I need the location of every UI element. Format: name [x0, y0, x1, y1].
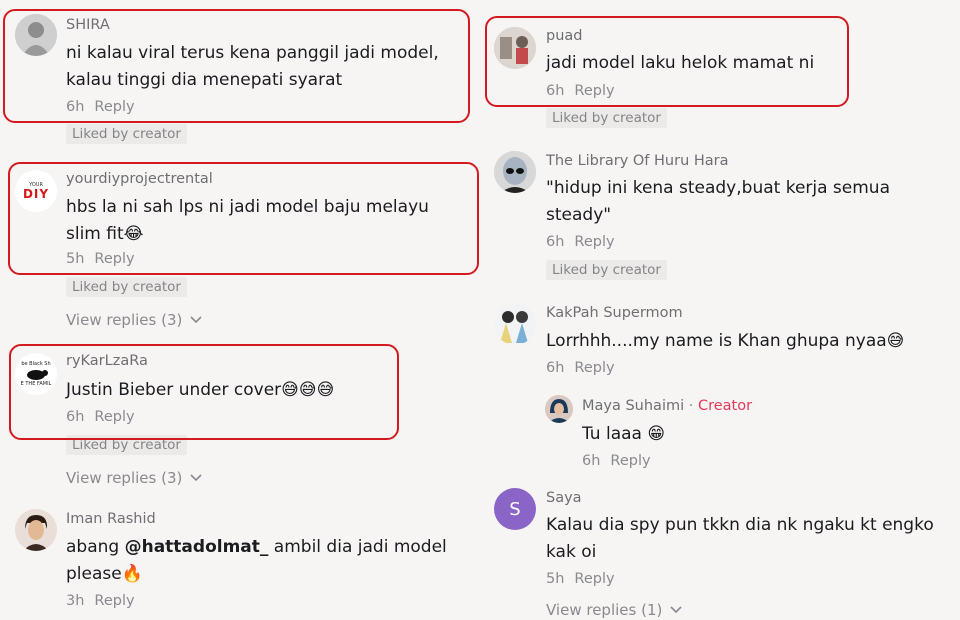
avatar[interactable]: YOUR DIY [15, 170, 57, 212]
comment-body-start: abang [66, 537, 125, 557]
avatar-image [15, 14, 57, 56]
avatar-image [494, 27, 536, 69]
avatar-logo-bottom: E THE FAMIL [20, 381, 52, 387]
avatar-letter: S [509, 498, 521, 520]
comment-text: Kalau dia spy pun tkkn dia nk ngaku kt e… [546, 515, 934, 562]
avatar-logo-main: DIY [22, 187, 50, 201]
liked-by-creator-badge: Liked by creator [546, 260, 667, 280]
mention-link[interactable]: @hattadolmat_ [125, 537, 269, 557]
username[interactable]: yourdiyprojectrental [66, 171, 213, 187]
liked-by-creator-badge: Liked by creator [66, 277, 187, 297]
username[interactable]: ryKarLzaRa [66, 353, 148, 369]
view-replies-button[interactable]: View replies (3) [66, 311, 203, 329]
comment-meta: 6h Reply [546, 360, 615, 376]
avatar[interactable] [494, 151, 536, 193]
comment-meta: 6h Reply [546, 234, 615, 250]
comment-body: Justin Bieber under cover [66, 380, 282, 400]
comment-meta: 6h Reply [66, 99, 135, 115]
reply-button[interactable]: Reply [94, 99, 134, 115]
username-line: Maya Suhaimi · Creator [582, 398, 752, 414]
timestamp: 5h [66, 251, 85, 267]
comment-meta: 6h Reply [66, 409, 135, 425]
separator-dot: · [688, 398, 694, 414]
username[interactable]: KakPah Supermom [546, 305, 683, 321]
avatar-image [15, 509, 57, 551]
comment-text: jadi model laku helok mamat ni [546, 53, 815, 73]
timestamp: 5h [546, 571, 565, 587]
username[interactable]: Maya Suhaimi [582, 398, 684, 414]
comment-text: hbs la ni sah lps ni jadi model baju mel… [66, 194, 466, 248]
sheep-icon [27, 370, 48, 380]
username[interactable]: Saya [546, 490, 582, 506]
comment-text: Tu laaa 😁 [582, 421, 782, 448]
avatar-image [545, 395, 573, 423]
comment-meta: 3h Reply [66, 593, 135, 609]
reply-button[interactable]: Reply [574, 83, 614, 99]
timestamp: 6h [546, 83, 565, 99]
liked-by-creator-badge: Liked by creator [546, 108, 667, 128]
timestamp: 6h [66, 99, 85, 115]
chevron-down-icon [670, 606, 682, 614]
laughing-emoji-icon: 😂 [123, 224, 144, 244]
fire-emoji-icon: 🔥 [121, 564, 143, 584]
view-replies-button[interactable]: View replies (1) [546, 601, 683, 619]
sweat-smile-emoji-icon: 😅 [886, 331, 905, 351]
avatar[interactable] [494, 303, 536, 345]
comment-body: Tu laaa [582, 424, 642, 444]
chevron-down-icon [190, 316, 202, 324]
view-replies-button[interactable]: View replies (3) [66, 469, 203, 487]
liked-by-creator-badge: Liked by creator [66, 124, 187, 144]
avatar[interactable]: be Black Sh E THE FAMIL [15, 353, 57, 395]
username[interactable]: Iman Rashid [66, 511, 156, 527]
comment-meta: 6h Reply [582, 453, 651, 469]
sweat-smile-emoji-icon: 😅😅😅 [281, 380, 335, 400]
comment-text: Justin Bieber under cover😅😅😅 [66, 377, 446, 404]
comment-body: Lorrhhh....my name is Khan ghupa nyaa [546, 331, 887, 351]
view-replies-label: View replies (3) [66, 311, 183, 329]
timestamp: 6h [582, 453, 601, 469]
grin-emoji-icon: 😁 [647, 424, 666, 444]
reply-button[interactable]: Reply [94, 409, 134, 425]
reply-button[interactable]: Reply [94, 251, 134, 267]
comment-text: "hidup ini kena steady,buat kerja semua … [546, 178, 891, 225]
reply-button[interactable]: Reply [574, 234, 614, 250]
username[interactable]: SHIRA [66, 17, 110, 33]
timestamp: 6h [546, 360, 565, 376]
avatar[interactable] [494, 27, 536, 69]
username[interactable]: The Library Of Huru Hara [546, 153, 729, 169]
liked-by-creator-badge: Liked by creator [66, 435, 187, 455]
comment-body: hbs la ni sah lps ni jadi model baju mel… [66, 197, 429, 244]
comment-meta: 6h Reply [546, 83, 615, 99]
avatar-image [494, 151, 536, 193]
timestamp: 3h [66, 593, 85, 609]
comment-meta: 5h Reply [66, 251, 135, 267]
timestamp: 6h [66, 409, 85, 425]
avatar[interactable]: S [494, 488, 536, 530]
chevron-down-icon [190, 474, 202, 482]
avatar[interactable] [15, 14, 57, 56]
comment-text: Lorrhhh....my name is Khan ghupa nyaa😅 [546, 328, 916, 355]
view-replies-label: View replies (3) [66, 469, 183, 487]
view-replies-label: View replies (1) [546, 601, 663, 619]
comment-text: abang @hattadolmat_ ambil dia jadi model… [66, 534, 456, 588]
avatar[interactable] [15, 509, 57, 551]
avatar[interactable] [545, 395, 573, 423]
reply-button[interactable]: Reply [610, 453, 650, 469]
reply-button[interactable]: Reply [574, 571, 614, 587]
reply-button[interactable]: Reply [574, 360, 614, 376]
creator-badge: Creator [697, 398, 753, 414]
timestamp: 6h [546, 234, 565, 250]
comment-meta: 5h Reply [546, 571, 615, 587]
comment-text: ni kalau viral terus kena panggil jadi m… [66, 43, 439, 90]
avatar-image [494, 303, 536, 345]
reply-button[interactable]: Reply [94, 593, 134, 609]
username[interactable]: puad [546, 28, 582, 44]
